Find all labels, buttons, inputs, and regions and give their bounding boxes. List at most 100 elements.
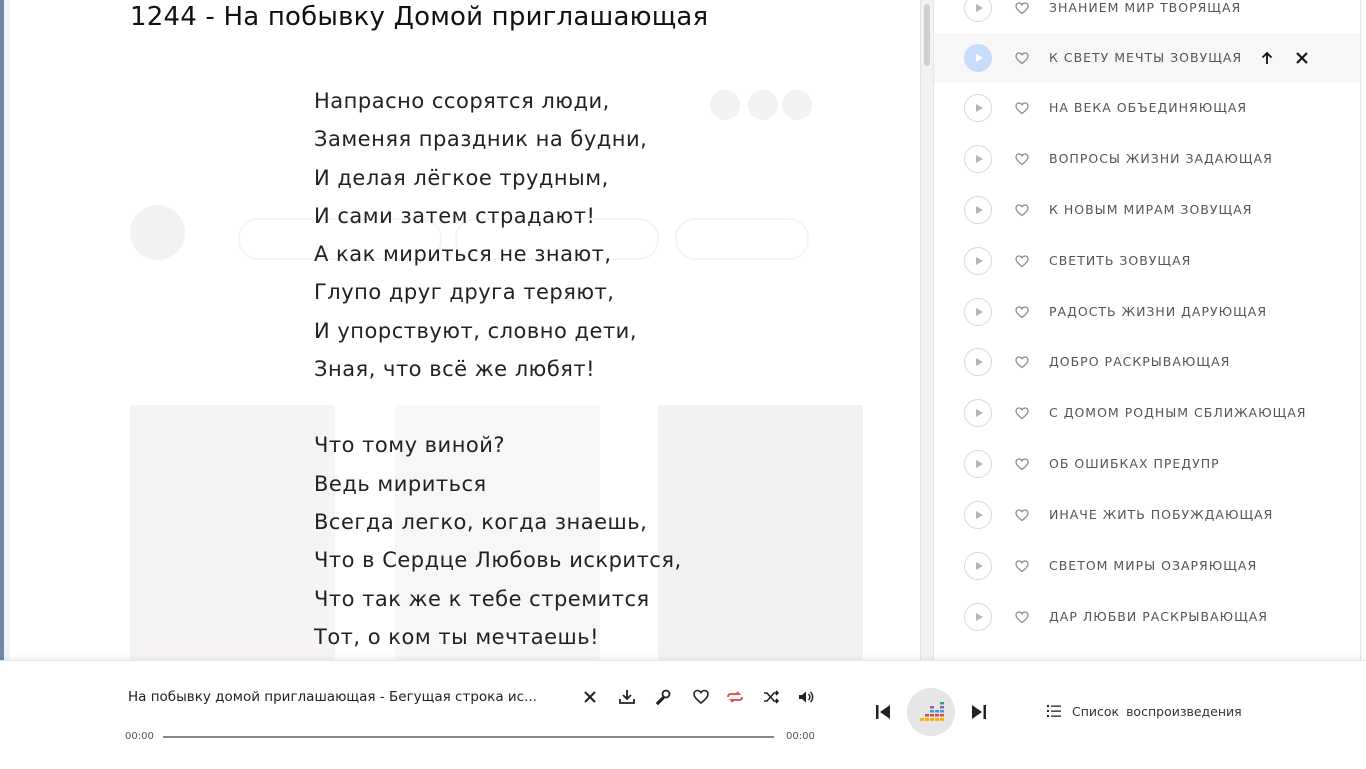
playlist-item[interactable]: СВЕТИТЬ ЗОВУЩАЯ — [934, 236, 1360, 286]
previous-track-button[interactable] — [872, 701, 894, 723]
shuffle-button[interactable] — [761, 687, 781, 707]
play-icon[interactable] — [964, 196, 992, 224]
playlist-item-title: ВОПРОСЫ ЖИЗНИ ЗАДАЮЩАЯ — [1049, 151, 1273, 166]
heart-icon[interactable] — [1014, 507, 1030, 523]
playlist-item[interactable]: НА ВЕКА ОБЪЕДИНЯЮЩАЯ — [934, 83, 1360, 133]
lyrics-line: И сами затем страдают! — [314, 203, 596, 228]
heart-icon[interactable] — [1014, 100, 1030, 116]
lyrics-line: Что так же к тебе стремится — [314, 586, 650, 611]
playlist-item-title: СВЕТИТЬ ЗОВУЩАЯ — [1049, 253, 1192, 268]
equalizer-button[interactable] — [907, 688, 955, 736]
heart-icon[interactable] — [1014, 609, 1030, 625]
equalizer-icon — [920, 702, 944, 721]
playlist-item-title: ДОБРО РАСКРЫВАЮЩАЯ — [1049, 354, 1231, 369]
page-title: 1244 - На побывку Домой приглашающая — [130, 2, 709, 32]
playlist-item-title: ИНАЧЕ ЖИТЬ ПОБУЖДАЮЩАЯ — [1049, 507, 1274, 522]
lyrics-button[interactable] — [653, 687, 673, 707]
lyrics-line: Глупо друг друга теряют, — [314, 280, 615, 305]
lyrics-mic-icon — [655, 689, 671, 706]
lyrics-panel: 1244 - На побывку Домой приглашающая Нап… — [10, 0, 920, 660]
lyrics-scrollbar[interactable] — [920, 0, 933, 660]
play-icon[interactable] — [964, 501, 992, 529]
playlist-toggle-label: Список воспроизведения — [1072, 703, 1242, 719]
current-track-name: На побывку домой приглашающая - Бегущая … — [128, 689, 537, 705]
download-icon — [619, 690, 635, 704]
heart-icon — [693, 689, 709, 705]
playlist-item-title: РАДОСТЬ ЖИЗНИ ДАРУЮЩАЯ — [1049, 304, 1268, 319]
playlist-item[interactable]: ДАР ЛЮБВИ РАСКРЫВАЮЩАЯ — [934, 592, 1360, 642]
playlist-item[interactable]: С ДОМОМ РОДНЫМ СБЛИЖАЮЩАЯ — [934, 388, 1360, 438]
playlist-item[interactable]: ЗНАНИЕМ МИР ТВОРЯЩАЯ — [934, 0, 1360, 33]
repeat-icon — [727, 691, 743, 703]
lyrics-stanza: Что тому виной? Ведь мириться Всегда легко… — [314, 426, 682, 656]
play-icon[interactable] — [964, 0, 992, 22]
audio-player-bar: На побывку домой приглашающая - Бегущая … — [0, 660, 1366, 769]
lyrics-line: Всегда легко, когда знаешь, — [314, 509, 648, 534]
playlist-item[interactable]: РАДОСТЬ ЖИЗНИ ДАРУЮЩАЯ — [934, 287, 1360, 337]
repeat-button[interactable] — [725, 687, 745, 707]
next-track-button[interactable] — [968, 701, 990, 723]
lyrics-text: Напрасно ссорятся люди, Заменяя праздник … — [314, 82, 682, 660]
heart-icon[interactable] — [1014, 0, 1030, 16]
playlist-item-title: НА ВЕКА ОБЪЕДИНЯЮЩАЯ — [1049, 100, 1248, 115]
playlist-item-title: ЗНАНИЕМ МИР ТВОРЯЩАЯ — [1049, 0, 1242, 15]
lyrics-line: Зная, что всё же любят! — [314, 357, 596, 382]
play-icon[interactable] — [964, 298, 992, 326]
playlist-item-title: С ДОМОМ РОДНЫМ СБЛИЖАЮЩАЯ — [1049, 405, 1307, 420]
play-icon[interactable] — [964, 552, 992, 580]
playlist-item[interactable]: К СВЕТУ МЕЧТЫ ЗОВУЩАЯ — [934, 33, 1360, 83]
volume-icon — [799, 691, 814, 703]
lyrics-line: Что в Сердце Любовь искрится, — [314, 548, 682, 573]
play-icon[interactable] — [964, 348, 992, 376]
play-icon[interactable] — [964, 94, 992, 122]
heart-icon[interactable] — [1014, 558, 1030, 574]
heart-icon[interactable] — [1014, 202, 1030, 218]
playlist-item[interactable]: СВЕТОМ МИРЫ ОЗАРЯЮЩАЯ — [934, 541, 1360, 591]
lyrics-line: А как мириться не знают, — [314, 242, 612, 267]
previous-icon — [876, 705, 890, 719]
lyrics-line: Тот, о ком ты мечтаешь! — [314, 624, 600, 649]
list-icon — [1047, 705, 1061, 717]
heart-icon[interactable] — [1014, 354, 1030, 370]
playlist-item-title: ДАР ЛЮБВИ РАСКРЫВАЮЩАЯ — [1049, 609, 1268, 624]
play-icon[interactable] — [964, 603, 992, 631]
heart-icon[interactable] — [1014, 253, 1030, 269]
play-icon[interactable] — [964, 44, 992, 72]
play-icon[interactable] — [964, 450, 992, 478]
playlist-item[interactable]: ДОБРО РАСКРЫВАЮЩАЯ — [934, 337, 1360, 387]
playlist-item[interactable]: К НОВЫМ МИРАМ ЗОВУЩАЯ — [934, 185, 1360, 235]
lyrics-line: Напрасно ссорятся люди, — [314, 89, 610, 113]
like-button[interactable] — [691, 687, 711, 707]
playlist-panel: ЗНАНИЕМ МИР ТВОРЯЩАЯ К СВЕТУ МЕЧТЫ ЗОВУЩА… — [933, 0, 1361, 660]
heart-icon[interactable] — [1014, 151, 1030, 167]
play-icon[interactable] — [964, 399, 992, 427]
move-up-icon[interactable] — [1259, 50, 1275, 66]
heart-icon[interactable] — [1014, 405, 1030, 421]
lyrics-line: И делая лёгкое трудным, — [314, 165, 609, 190]
remove-icon[interactable] — [1294, 50, 1310, 66]
playlist-item-title: СВЕТОМ МИРЫ ОЗАРЯЮЩАЯ — [1049, 558, 1258, 573]
volume-button[interactable] — [796, 687, 816, 707]
lyrics-line: И упорствуют, словно дети, — [314, 318, 638, 343]
close-icon — [584, 691, 596, 703]
play-icon[interactable] — [964, 145, 992, 173]
heart-icon[interactable] — [1014, 50, 1030, 66]
lyrics-stanza: Напрасно ссорятся люди, Заменяя праздник … — [314, 82, 682, 388]
close-player-button[interactable] — [580, 687, 600, 707]
time-total: 00:00 — [786, 731, 815, 742]
playlist-item-title: К СВЕТУ МЕЧТЫ ЗОВУЩАЯ — [1049, 50, 1243, 65]
playlist-item[interactable]: ОБ ОШИБКАХ ПРЕДУПР — [934, 439, 1360, 489]
next-icon — [972, 705, 986, 719]
download-button[interactable] — [617, 687, 637, 707]
lyrics-line: Что тому виной? — [314, 433, 506, 458]
lyrics-line: Ведь мириться — [314, 471, 487, 496]
scrollbar-thumb[interactable] — [924, 4, 930, 66]
playlist-item[interactable]: ВОПРОСЫ ЖИЗНИ ЗАДАЮЩАЯ — [934, 134, 1360, 184]
heart-icon[interactable] — [1014, 304, 1030, 320]
progress-bar[interactable] — [163, 736, 774, 738]
play-icon[interactable] — [964, 247, 992, 275]
playlist-toggle-button[interactable]: Список воспроизведения — [1046, 701, 1242, 721]
heart-icon[interactable] — [1014, 456, 1030, 472]
playlist-item[interactable]: ИНАЧЕ ЖИТЬ ПОБУЖДАЮЩАЯ — [934, 490, 1360, 540]
playlist-item-title: ОБ ОШИБКАХ ПРЕДУПР — [1049, 456, 1220, 471]
